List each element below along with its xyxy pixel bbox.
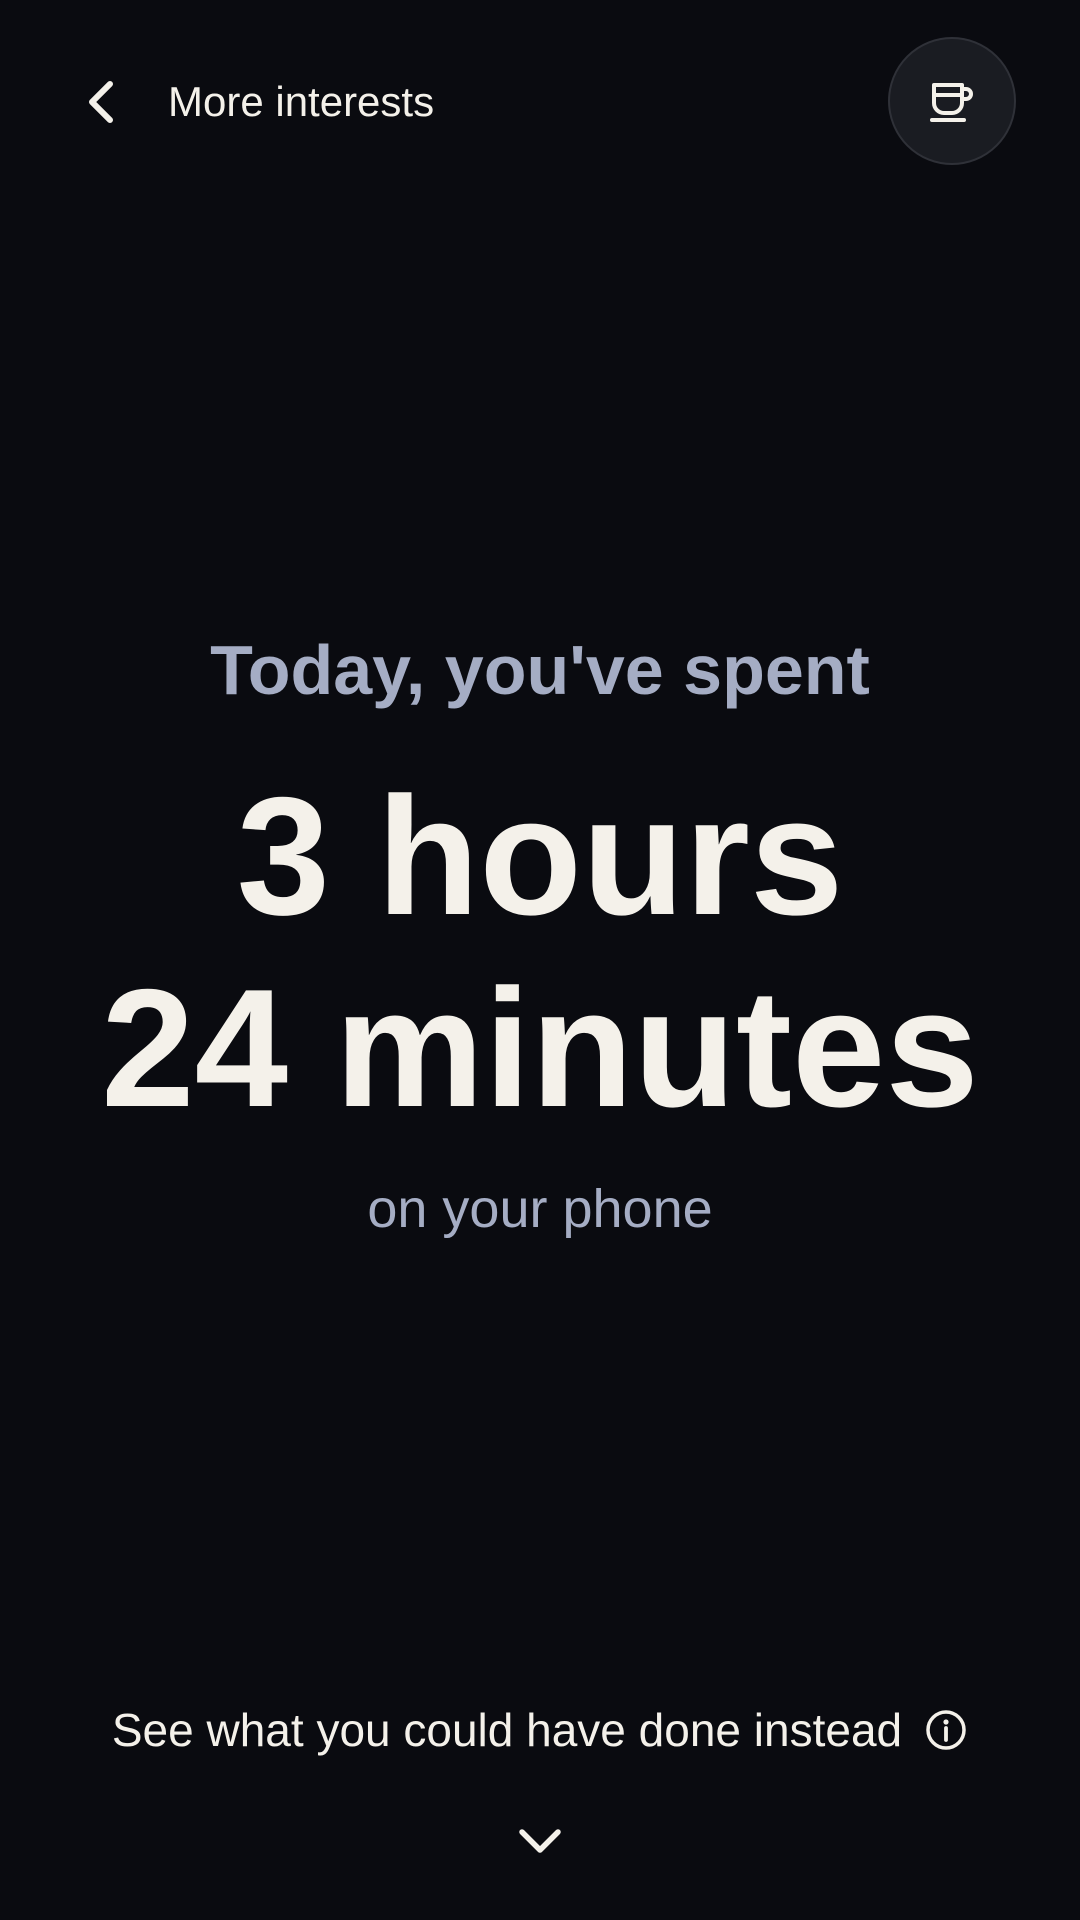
chevron-left-icon [89, 81, 113, 123]
see-alternatives-label: See what you could have done instead [111, 1704, 903, 1756]
back-button[interactable] [62, 62, 142, 142]
see-alternatives-link[interactable]: See what you could have done instead [0, 1700, 1080, 1760]
coffee-cup-icon [930, 83, 973, 122]
screen-time-summary: Today, you've spent 3 hours 24 minutes o… [0, 620, 1080, 1244]
screen-time-outro: on your phone [367, 1179, 713, 1239]
info-icon[interactable] [924, 1708, 968, 1752]
expand-button[interactable] [500, 1800, 580, 1880]
screen-time-intro: Today, you've spent [210, 631, 870, 709]
screen-time-minutes: 24 minutes [101, 954, 979, 1142]
top-bar: More interests [0, 0, 1080, 200]
screen-time-hours: 3 hours [236, 762, 844, 950]
chevron-down-icon [519, 1829, 561, 1853]
break-mode-button[interactable] [888, 37, 1016, 165]
page-title: More interests [168, 78, 435, 125]
